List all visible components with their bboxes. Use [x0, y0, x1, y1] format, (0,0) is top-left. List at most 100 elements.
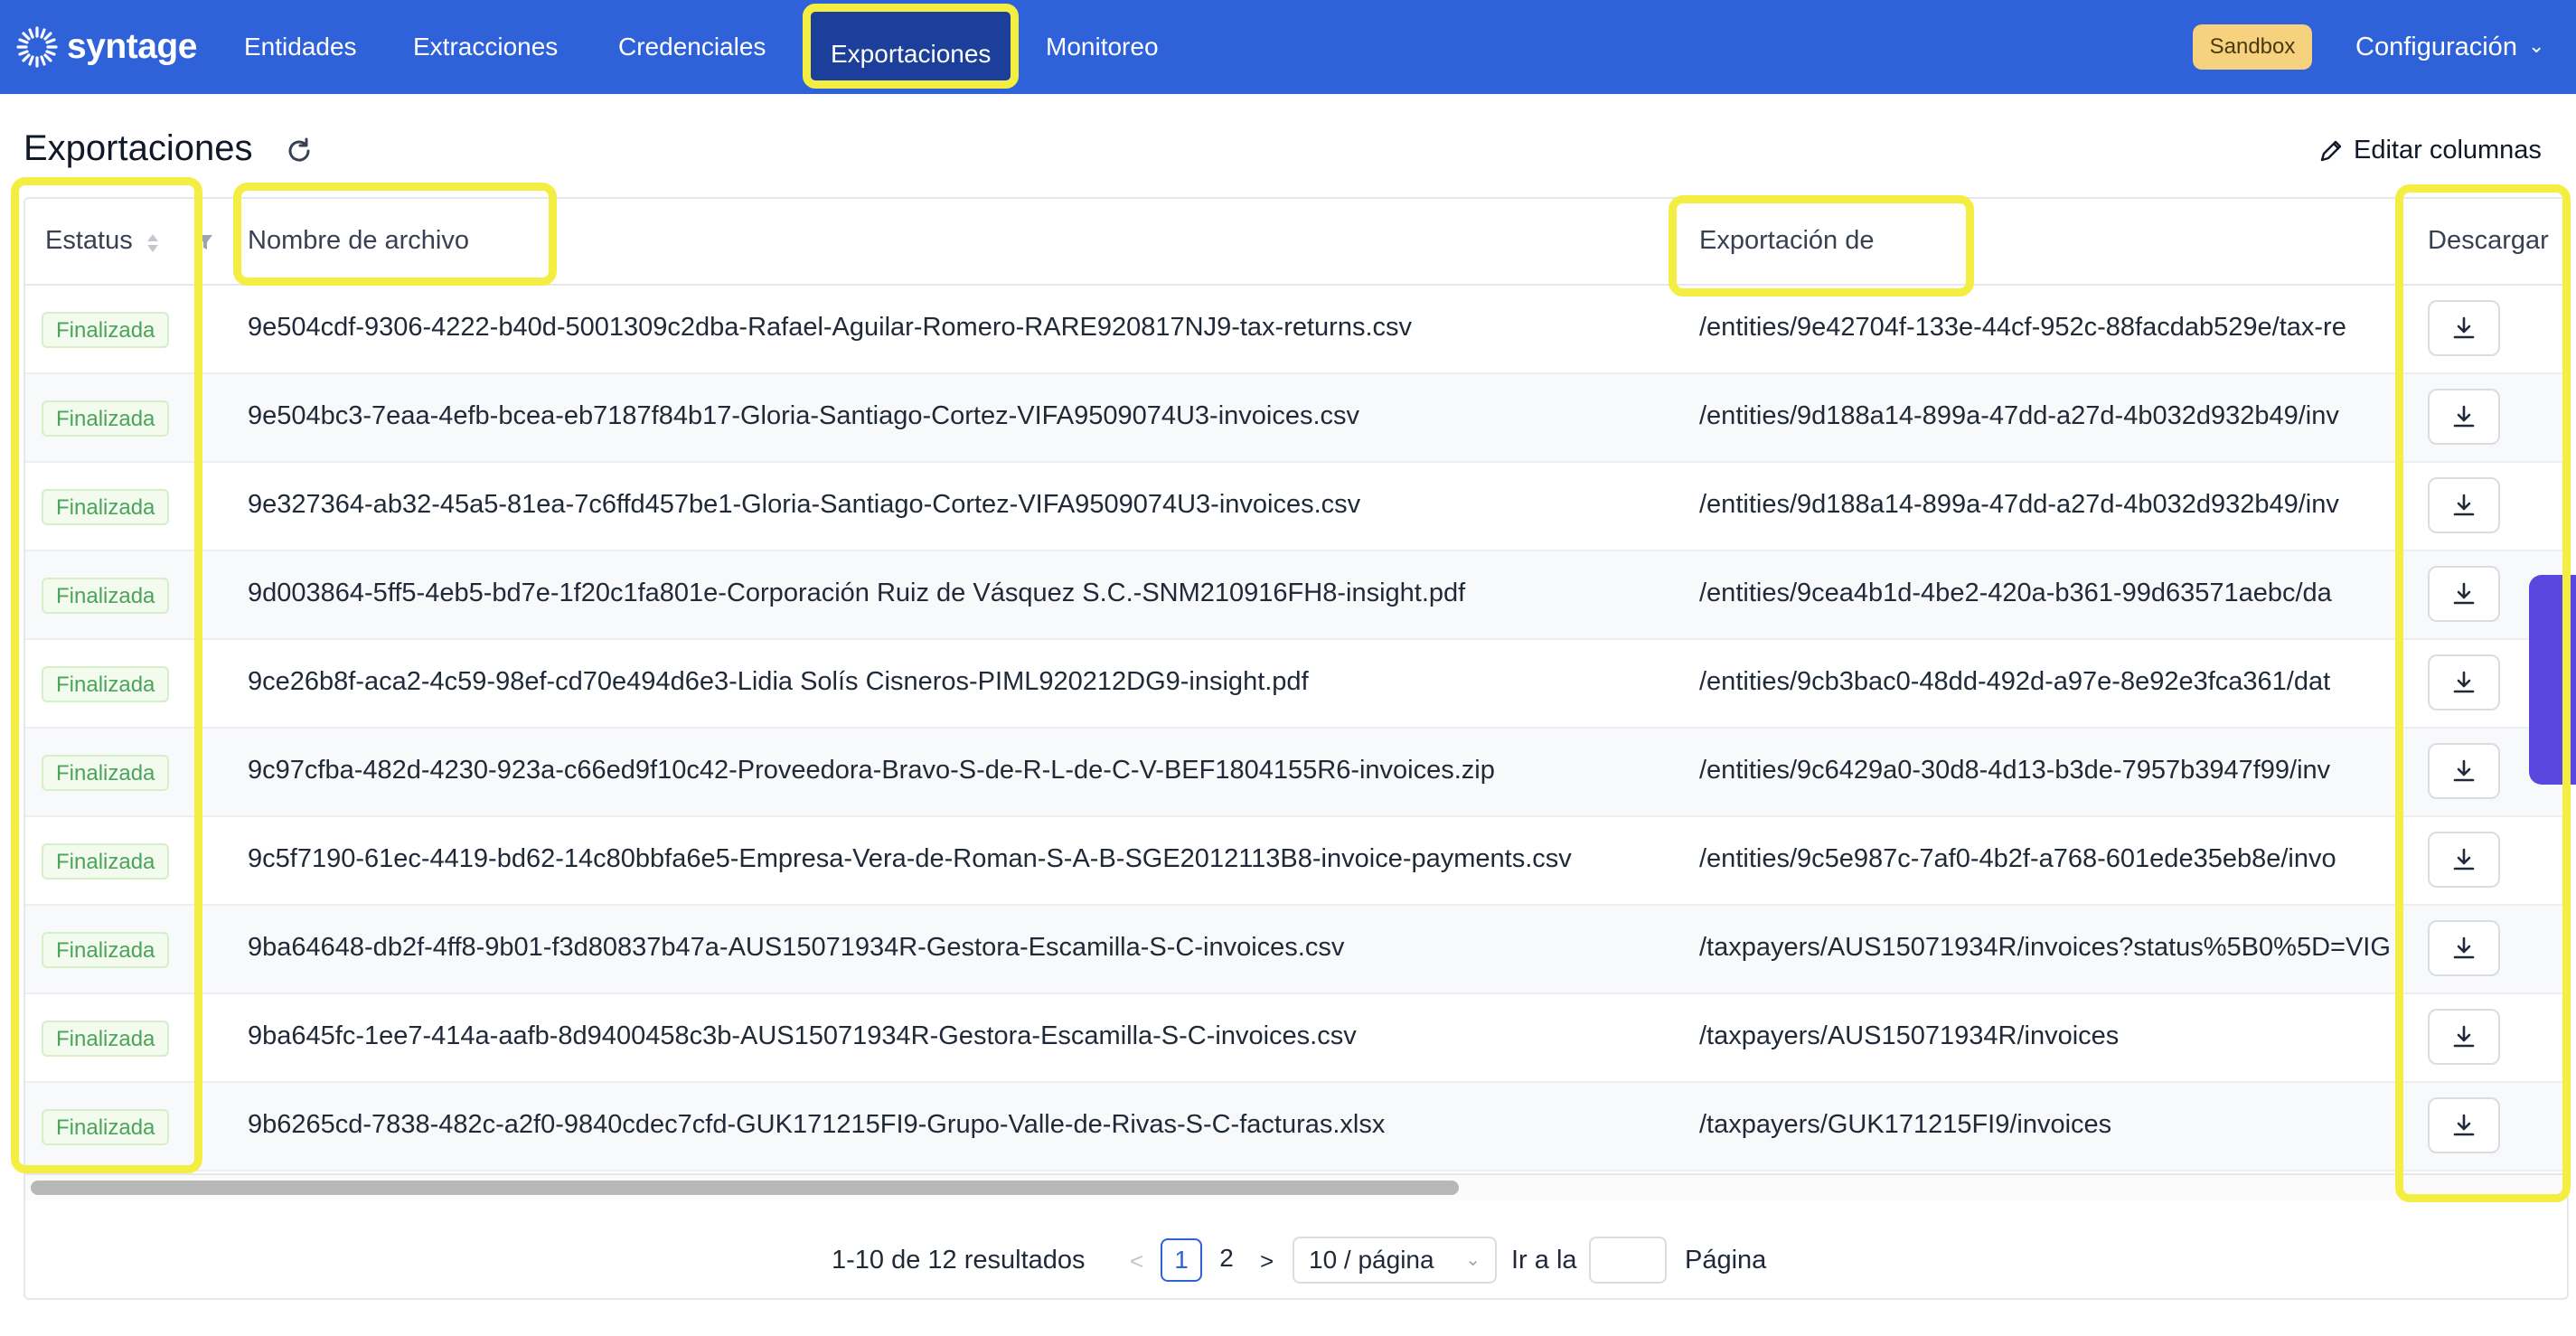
- status-badge: Finalizada: [42, 843, 170, 880]
- filename-cell: 9ba64648-db2f-4ff8-9b01-f3d80837b47a-AUS…: [248, 933, 1345, 962]
- goto-page-input[interactable]: [1589, 1237, 1667, 1284]
- table-row: Finalizada 9ce26b8f-aca2-4c59-98ef-cd70e…: [25, 640, 2567, 729]
- syntage-logo[interactable]: syntage: [13, 22, 197, 72]
- status-badge: Finalizada: [42, 755, 170, 791]
- table-row: Finalizada 9ba64648-db2f-4ff8-9b01-f3d80…: [25, 906, 2567, 994]
- table-row: Finalizada 9e504cdf-9306-4222-b40d-50013…: [25, 286, 2567, 374]
- table-row: Finalizada 9b6265cd-7838-482c-a2f0-9840c…: [25, 1083, 2567, 1171]
- filename-cell: 9ce26b8f-aca2-4c59-98ef-cd70e494d6e3-Lid…: [248, 667, 1309, 696]
- download-button[interactable]: [2428, 654, 2500, 710]
- filename-cell: 9d003864-5ff5-4eb5-bd7e-1f20c1fa801e-Cor…: [248, 579, 1466, 607]
- syntage-logo-icon: [16, 26, 58, 68]
- table-row: Finalizada 9e504bc3-7eaa-4efb-bcea-eb718…: [25, 374, 2567, 463]
- nav-item-monitoreo[interactable]: Monitoreo: [1046, 25, 1159, 69]
- config-menu[interactable]: Configuración ⌄: [2355, 25, 2544, 69]
- filename-cell: 9ba645fc-1ee7-414a-aafb-8d9400458c3b-AUS…: [248, 1021, 1357, 1050]
- download-button[interactable]: [2428, 566, 2500, 622]
- pagination-summary: 1-10 de 12 resultados: [832, 1246, 1086, 1275]
- chevron-right-icon[interactable]: >: [1260, 1247, 1274, 1275]
- page-label: Página: [1685, 1246, 1767, 1275]
- page-size-select[interactable]: 10 / página ⌄: [1293, 1237, 1497, 1284]
- nav-item-extracciones[interactable]: Extracciones: [413, 25, 558, 69]
- download-button[interactable]: [2428, 1009, 2500, 1065]
- page-size-value: 10 / página: [1309, 1246, 1434, 1274]
- edit-columns-label: Editar columnas: [2354, 136, 2542, 165]
- pagination: 1-10 de 12 resultados < 1 2 > 10 / págin…: [25, 1229, 2567, 1293]
- export-of-cell: /entities/9e42704f-133e-44cf-952c-88facd…: [1699, 313, 2346, 342]
- export-of-cell: /entities/9cb3bac0-48dd-492d-a97e-8e92e3…: [1699, 667, 2331, 696]
- horizontal-scrollbar-thumb[interactable]: [31, 1181, 1459, 1195]
- export-of-cell: /taxpayers/AUS15071934R/invoices: [1699, 1021, 2120, 1050]
- refresh-icon[interactable]: [284, 136, 315, 166]
- table-row: Finalizada 9ba645fc-1ee7-414a-aafb-8d940…: [25, 994, 2567, 1083]
- status-badge: Finalizada: [42, 489, 170, 525]
- table-row: Finalizada 9e327364-ab32-45a5-81ea-7c6ff…: [25, 463, 2567, 551]
- sandbox-badge: Sandbox: [2193, 24, 2312, 70]
- status-badge: Finalizada: [42, 312, 170, 348]
- export-of-cell: /entities/9d188a14-899a-47dd-a27d-4b032d…: [1699, 401, 2339, 430]
- config-label: Configuración: [2355, 33, 2517, 61]
- table-header: Estatus Nombre de archivo Exportación de…: [25, 199, 2567, 286]
- chevron-down-icon: ⌄: [1465, 1250, 1481, 1270]
- export-of-cell: /entities/9c5e987c-7af0-4b2f-a768-601ede…: [1699, 844, 2336, 873]
- export-of-cell: /entities/9d188a14-899a-47dd-a27d-4b032d…: [1699, 490, 2339, 519]
- download-icon: [2453, 848, 2475, 870]
- nav-item-entidades[interactable]: Entidades: [244, 25, 357, 69]
- download-button[interactable]: [2428, 300, 2500, 356]
- status-badge: Finalizada: [42, 578, 170, 614]
- column-header-status[interactable]: Estatus: [45, 226, 133, 256]
- table-row: Finalizada 9c5f7190-61ec-4419-bd62-14c80…: [25, 817, 2567, 906]
- exports-table: Estatus Nombre de archivo Exportación de…: [24, 197, 2569, 1300]
- download-icon: [2453, 405, 2475, 428]
- column-header-filename: Nombre de archivo: [248, 226, 469, 255]
- page-button-1[interactable]: 1: [1161, 1238, 1202, 1282]
- export-of-cell: /entities/9c6429a0-30d8-4d13-b3de-7957b3…: [1699, 756, 2331, 785]
- sort-icon[interactable]: [145, 231, 161, 255]
- download-button[interactable]: [2428, 477, 2500, 533]
- page-title: Exportaciones: [24, 128, 253, 168]
- download-button[interactable]: [2428, 920, 2500, 976]
- column-header-download: Descargar: [2428, 226, 2549, 255]
- page-button-2[interactable]: 2: [1206, 1238, 1247, 1282]
- download-button[interactable]: [2428, 743, 2500, 799]
- filename-cell: 9e504bc3-7eaa-4efb-bcea-eb7187f84b17-Glo…: [248, 401, 1360, 430]
- nav-item-exportaciones[interactable]: Exportaciones: [803, 4, 1020, 89]
- chevron-down-icon: ⌄: [2527, 34, 2545, 57]
- download-icon: [2453, 759, 2475, 782]
- column-header-export-of: Exportación de: [1699, 226, 1875, 255]
- filename-cell: 9e504cdf-9306-4222-b40d-5001309c2dba-Raf…: [248, 313, 1413, 342]
- goto-label: Ir a la: [1511, 1246, 1577, 1275]
- download-button[interactable]: [2428, 832, 2500, 888]
- status-badge: Finalizada: [42, 1109, 170, 1145]
- chevron-left-icon[interactable]: <: [1130, 1247, 1143, 1275]
- filename-cell: 9e327364-ab32-45a5-81ea-7c6ffd457be1-Glo…: [248, 490, 1361, 519]
- feedback-side-tab[interactable]: [2529, 575, 2576, 785]
- status-badge: Finalizada: [42, 666, 170, 702]
- status-badge: Finalizada: [42, 932, 170, 968]
- table-row: Finalizada 9c97cfba-482d-4230-923a-c66ed…: [25, 729, 2567, 817]
- edit-columns-button[interactable]: Editar columnas: [2317, 136, 2542, 165]
- download-icon: [2453, 316, 2475, 339]
- top-navbar: syntage Entidades Extracciones Credencia…: [0, 0, 2576, 94]
- download-icon: [2453, 494, 2475, 516]
- nav-item-credenciales[interactable]: Credenciales: [618, 25, 766, 69]
- filename-cell: 9c97cfba-482d-4230-923a-c66ed9f10c42-Pro…: [248, 756, 1495, 785]
- download-icon: [2453, 1114, 2475, 1136]
- table-row: Finalizada 9d003864-5ff5-4eb5-bd7e-1f20c…: [25, 551, 2567, 640]
- download-button[interactable]: [2428, 389, 2500, 445]
- filename-cell: 9b6265cd-7838-482c-a2f0-9840cdec7cfd-GUK…: [248, 1110, 1386, 1139]
- export-of-cell: /taxpayers/GUK171215FI9/invoices: [1699, 1110, 2112, 1139]
- status-badge: Finalizada: [42, 400, 170, 437]
- brand-name: syntage: [67, 27, 197, 66]
- download-icon: [2453, 582, 2475, 605]
- status-badge: Finalizada: [42, 1021, 170, 1057]
- download-icon: [2453, 936, 2475, 959]
- pencil-icon: [2320, 140, 2342, 161]
- export-of-cell: /taxpayers/AUS15071934R/invoices?status%…: [1699, 933, 2391, 962]
- filter-icon[interactable]: [197, 233, 213, 251]
- download-icon: [2453, 1025, 2475, 1048]
- download-icon: [2453, 671, 2475, 693]
- download-button[interactable]: [2428, 1097, 2500, 1153]
- filename-cell: 9c5f7190-61ec-4419-bd62-14c80bbfa6e5-Emp…: [248, 844, 1572, 873]
- export-of-cell: /entities/9cea4b1d-4be2-420a-b361-99d635…: [1699, 579, 2332, 607]
